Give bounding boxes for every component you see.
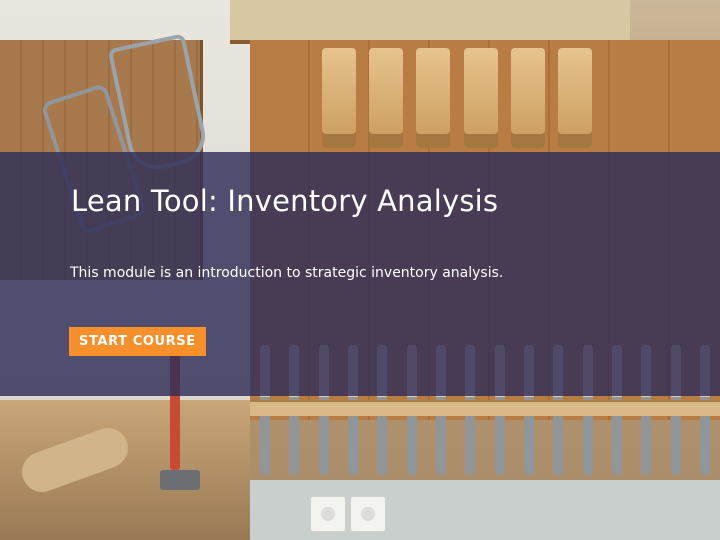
plane-icon: [557, 48, 592, 148]
rack-rail: [245, 400, 720, 416]
plane-icon: [322, 48, 356, 148]
shelf-top: [230, 0, 630, 44]
start-course-button[interactable]: START COURSE: [69, 327, 206, 356]
plane-icon: [369, 48, 404, 148]
outlet-icon: [310, 496, 346, 532]
course-splash: Lean Tool: Inventory Analysis This modul…: [0, 0, 720, 540]
course-title: Lean Tool: Inventory Analysis: [71, 184, 499, 218]
outlet-icon: [350, 496, 386, 532]
hand-planes: [322, 48, 592, 148]
course-description: This module is an introduction to strate…: [70, 265, 504, 281]
hammer-head-icon: [160, 470, 200, 490]
plane-icon: [463, 48, 498, 148]
plane-icon: [416, 48, 451, 148]
plane-icon: [510, 48, 545, 148]
